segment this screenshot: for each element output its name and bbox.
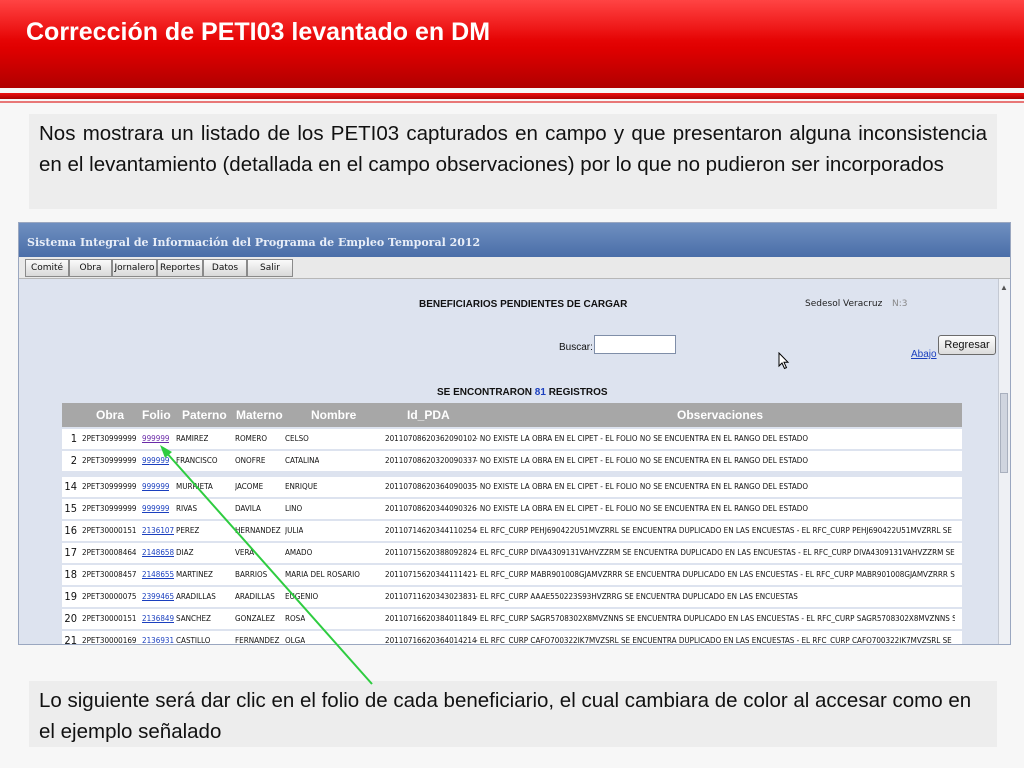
annotation-arrow — [160, 445, 373, 685]
